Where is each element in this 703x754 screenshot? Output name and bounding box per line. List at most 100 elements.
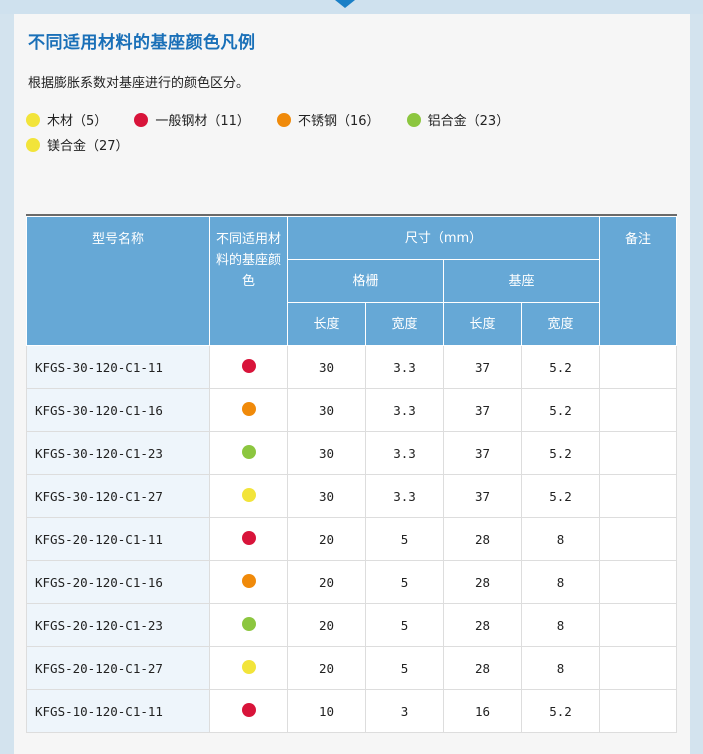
cell-base-length: 28 [443,603,522,647]
cell-color [209,474,288,518]
cell-grating-length: 20 [287,560,366,604]
header-base-length: 长度 [443,302,522,346]
legend-label: 不锈钢（16） [298,114,380,129]
cell-model: KFGS-30-120-C1-16 [26,388,210,432]
legend-item-aluminium: 铝合金（23） [406,107,510,132]
cell-color [209,517,288,561]
cell-base-length: 37 [443,431,522,475]
cell-model: KFGS-20-120-C1-23 [26,603,210,647]
table-row: KFGS-10-120-C1-11 10 3 16 5.2 [26,689,677,733]
cell-model: KFGS-20-120-C1-11 [26,517,210,561]
cell-base-length: 28 [443,517,522,561]
header-size: 尺寸（mm） [287,216,600,260]
spec-table-wrapper: 型号名称 不同适用材料的基座颜色 尺寸（mm） 备注 格栅 基座 长度 宽度 长… [26,214,677,733]
legend-label: 铝合金（23） [427,114,510,129]
cell-base-length: 28 [443,646,522,690]
cell-model: KFGS-10-120-C1-11 [26,689,210,733]
cell-color [209,560,288,604]
cell-color [209,345,288,389]
table-row: KFGS-20-120-C1-23 20 5 28 8 [26,603,677,647]
cell-base-width: 8 [521,517,600,561]
cell-color [209,603,288,647]
table-row: KFGS-30-120-C1-27 30 3.3 37 5.2 [26,474,677,518]
header-note: 备注 [599,216,677,346]
cell-note [599,474,677,518]
cell-base-width: 5.2 [521,474,600,518]
orange-dot-icon [277,112,292,127]
cell-note [599,345,677,389]
cell-model: KFGS-30-120-C1-23 [26,431,210,475]
cell-base-width: 5.2 [521,388,600,432]
cell-base-width: 5.2 [521,431,600,475]
color-dot-icon [241,444,256,459]
cell-note [599,431,677,475]
color-dot-icon [241,358,256,373]
legend-item-steel: 一般钢材（11） [134,107,250,132]
cell-model: KFGS-30-120-C1-27 [26,474,210,518]
green-dot-icon [406,112,421,127]
cell-base-width: 8 [521,603,600,647]
table-row: KFGS-30-120-C1-23 30 3.3 37 5.2 [26,431,677,475]
header-grating-width: 宽度 [365,302,444,346]
cell-grating-length: 30 [287,431,366,475]
cell-grating-length: 20 [287,646,366,690]
cell-model: KFGS-20-120-C1-16 [26,560,210,604]
cell-grating-width: 5 [365,603,444,647]
header-grating-length: 长度 [287,302,366,346]
table-row: KFGS-30-120-C1-11 30 3.3 37 5.2 [26,345,677,389]
color-dot-icon [241,487,256,502]
color-dot-icon [241,573,256,588]
cell-color [209,689,288,733]
cell-note [599,646,677,690]
header-base: 基座 [443,259,600,303]
cell-color [209,388,288,432]
color-dot-icon [241,616,256,631]
cell-note [599,560,677,604]
header-grating: 格栅 [287,259,444,303]
red-dot-icon [134,112,149,127]
legend-label: 镁合金（27） [47,139,129,154]
color-dot-icon [241,702,256,717]
yellow-dot-icon [26,112,40,127]
cell-base-length: 37 [443,474,522,518]
cell-grating-length: 30 [287,345,366,389]
cell-model: KFGS-20-120-C1-27 [26,646,210,690]
cell-base-length: 37 [443,345,522,389]
yellow-dot-icon [26,137,40,152]
table-row: KFGS-30-120-C1-16 30 3.3 37 5.2 [26,388,677,432]
cell-grating-width: 3.3 [365,388,444,432]
legend-item-wood: 木材（5） [26,107,107,132]
cell-grating-width: 5 [365,517,444,561]
page-title: 不同适用材料的基座颜色凡例 [28,33,256,53]
table-body: KFGS-30-120-C1-11 30 3.3 37 5.2 KFGS-30-120-C… [26,345,677,733]
cell-grating-length: 30 [287,388,366,432]
cell-grating-width: 3.3 [365,474,444,518]
cell-base-length: 28 [443,560,522,604]
cell-note [599,517,677,561]
cell-grating-width: 5 [365,646,444,690]
color-dot-icon [241,530,256,545]
cell-note [599,388,677,432]
content-panel: 不同适用材料的基座颜色凡例 根据膨胀系数对基座进行的颜色区分。 木材（5） 一般… [14,14,690,754]
legend-label: 木材（5） [47,114,108,129]
cell-grating-length: 30 [287,474,366,518]
table-row: KFGS-20-120-C1-16 20 5 28 8 [26,560,677,604]
dropdown-pointer-icon [335,0,355,8]
legend-item-magnesium: 镁合金（27） [26,132,129,157]
cell-grating-length: 10 [287,689,366,733]
header-base-width: 宽度 [521,302,600,346]
header-color: 不同适用材料的基座颜色 [209,216,288,346]
color-dot-icon [241,401,256,416]
spec-table: 型号名称 不同适用材料的基座颜色 尺寸（mm） 备注 格栅 基座 长度 宽度 长… [26,216,677,733]
page-description: 根据膨胀系数对基座进行的颜色区分。 [28,76,250,91]
cell-base-width: 5.2 [521,689,600,733]
cell-note [599,689,677,733]
cell-grating-width: 5 [365,560,444,604]
table-row: KFGS-20-120-C1-27 20 5 28 8 [26,646,677,690]
cell-color [209,646,288,690]
legend-label: 一般钢材（11） [155,114,250,129]
legend-item-stainless: 不锈钢（16） [277,107,380,132]
cell-color [209,431,288,475]
cell-base-width: 8 [521,560,600,604]
cell-grating-length: 20 [287,603,366,647]
